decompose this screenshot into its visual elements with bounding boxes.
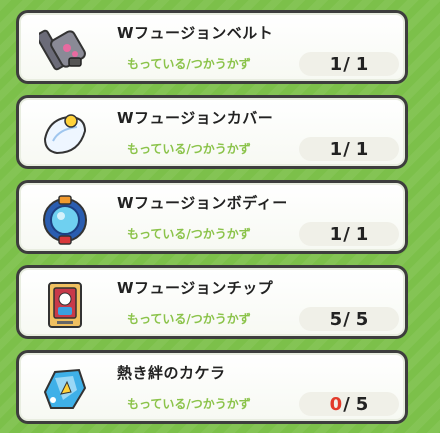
list-item[interactable]: 熱き絆のカケラ もっている/つかうかず 0 / 5 <box>16 350 408 424</box>
list-item[interactable]: Wフュージョンベルト もっている/つかうかず 1 / 1 <box>16 10 408 84</box>
owned-label: もっている/つかうかず <box>127 227 251 241</box>
count-box: 1 / 1 <box>299 52 399 76</box>
list-item-body: 熱き絆のカケラ もっている/つかうかず 0 / 5 <box>19 353 405 421</box>
list-item-body: Wフュージョンカバー もっている/つかうかず 1 / 1 <box>19 98 405 166</box>
owned-count: 1 <box>329 223 343 245</box>
cover-icon <box>39 109 91 161</box>
list-item-body: Wフュージョンボディー もっている/つかうかず 1 / 1 <box>19 183 405 251</box>
owned-count: 5 <box>329 308 343 330</box>
list-item[interactable]: Wフュージョンチップ もっている/つかうかず 5 / 5 <box>16 265 408 339</box>
item-name: Wフュージョンベルト <box>117 24 274 42</box>
count-separator: / <box>343 223 350 245</box>
owned-count: 1 <box>329 138 343 160</box>
list-item-body: Wフュージョンベルト もっている/つかうかず 1 / 1 <box>19 13 405 81</box>
item-name: Wフュージョンボディー <box>117 194 288 212</box>
item-name: 熱き絆のカケラ <box>117 364 226 382</box>
item-name: Wフュージョンチップ <box>117 279 274 297</box>
owned-label: もっている/つかうかず <box>127 397 251 411</box>
chip-icon <box>39 279 91 331</box>
count-separator: / <box>343 138 350 160</box>
count-separator: / <box>343 393 350 415</box>
required-count: 5 <box>355 308 369 330</box>
item-list: Wフュージョンベルト もっている/つかうかず 1 / 1 Wフュージョンカバー … <box>0 0 440 433</box>
owned-count: 1 <box>329 53 343 75</box>
belt-icon <box>39 24 91 76</box>
list-item[interactable]: Wフュージョンカバー もっている/つかうかず 1 / 1 <box>16 95 408 169</box>
required-count: 1 <box>355 223 369 245</box>
body-icon <box>39 194 91 246</box>
owned-label: もっている/つかうかず <box>127 312 251 326</box>
item-name: Wフュージョンカバー <box>117 109 274 127</box>
required-count: 5 <box>355 393 369 415</box>
fragment-icon <box>39 364 91 416</box>
owned-label: もっている/つかうかず <box>127 57 251 71</box>
owned-label: もっている/つかうかず <box>127 142 251 156</box>
owned-count: 0 <box>329 393 343 415</box>
count-separator: / <box>343 308 350 330</box>
count-box: 5 / 5 <box>299 307 399 331</box>
list-item[interactable]: Wフュージョンボディー もっている/つかうかず 1 / 1 <box>16 180 408 254</box>
count-box: 1 / 1 <box>299 222 399 246</box>
count-box: 0 / 5 <box>299 392 399 416</box>
count-separator: / <box>343 53 350 75</box>
required-count: 1 <box>355 53 369 75</box>
count-box: 1 / 1 <box>299 137 399 161</box>
required-count: 1 <box>355 138 369 160</box>
list-item-body: Wフュージョンチップ もっている/つかうかず 5 / 5 <box>19 268 405 336</box>
